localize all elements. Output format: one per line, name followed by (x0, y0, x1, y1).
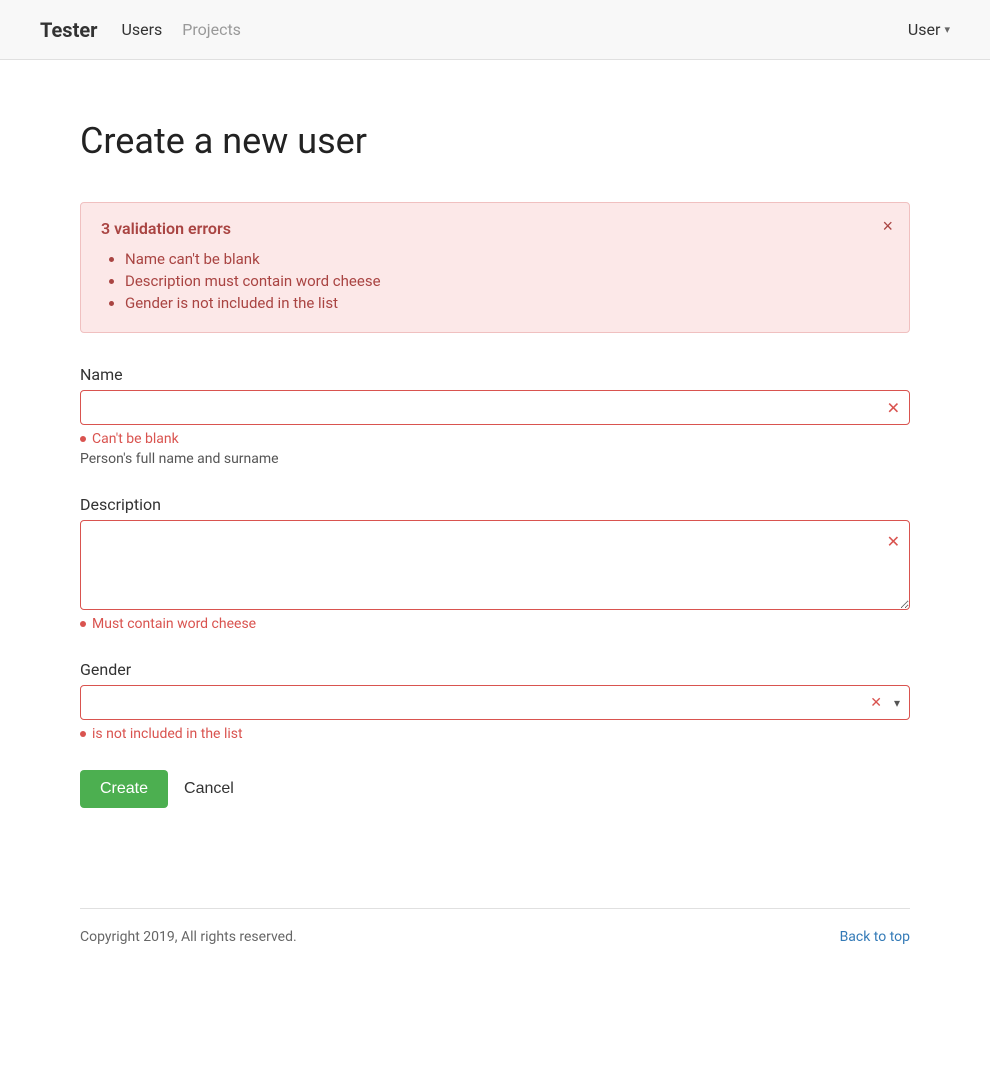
cancel-button[interactable]: Cancel (180, 770, 238, 808)
description-error: Must contain word cheese (80, 616, 910, 632)
page-title: Create a new user (80, 120, 910, 162)
navbar-links: Users Projects (121, 20, 907, 39)
description-input[interactable] (80, 520, 910, 610)
gender-error: is not included in the list (80, 726, 910, 742)
validation-close-button[interactable]: × (882, 217, 893, 235)
navbar: Tester Users Projects User ▾ (0, 0, 990, 60)
description-input-wrapper: ✕ (80, 520, 910, 610)
gender-form-group: Gender Male Female Other ✕ ▾ is not incl… (80, 660, 910, 742)
name-input-wrapper: ✕ (80, 390, 910, 425)
name-hint: Person's full name and surname (80, 451, 910, 467)
create-user-form: Name ✕ Can't be blank Person's full name… (80, 365, 910, 808)
validation-error-item: Name can't be blank (125, 250, 889, 268)
name-input[interactable] (80, 390, 910, 425)
validation-error-box: 3 validation errors × Name can't be blan… (80, 202, 910, 333)
validation-error-item: Gender is not included in the list (125, 294, 889, 312)
name-label: Name (80, 365, 910, 384)
name-error-dot (80, 436, 86, 442)
description-label: Description (80, 495, 910, 514)
description-error-dot (80, 621, 86, 627)
navbar-link-users[interactable]: Users (121, 20, 162, 39)
validation-error-list: Name can't be blank Description must con… (101, 250, 889, 312)
navbar-link-projects[interactable]: Projects (182, 20, 241, 39)
navbar-brand[interactable]: Tester (40, 18, 97, 42)
name-error-text: Can't be blank (92, 431, 179, 447)
footer: Copyright 2019, All rights reserved. Bac… (80, 908, 910, 965)
gender-label: Gender (80, 660, 910, 679)
name-error: Can't be blank (80, 431, 910, 447)
form-button-row: Create Cancel (80, 770, 910, 808)
gender-error-dot (80, 731, 86, 737)
gender-error-text: is not included in the list (92, 726, 243, 742)
description-form-group: Description ✕ Must contain word cheese (80, 495, 910, 632)
navbar-user-menu[interactable]: User ▾ (908, 20, 950, 39)
validation-error-item: Description must contain word cheese (125, 272, 889, 290)
main-content: Create a new user 3 validation errors × … (0, 60, 990, 848)
chevron-down-icon: ▾ (944, 23, 950, 36)
description-error-text: Must contain word cheese (92, 616, 256, 632)
gender-select[interactable]: Male Female Other (80, 685, 910, 720)
back-to-top-link[interactable]: Back to top (840, 929, 910, 945)
create-button[interactable]: Create (80, 770, 168, 808)
footer-copyright: Copyright 2019, All rights reserved. (80, 929, 297, 945)
gender-select-wrapper: Male Female Other ✕ ▾ (80, 685, 910, 720)
navbar-user-label: User (908, 20, 941, 39)
validation-error-title: 3 validation errors (101, 219, 889, 238)
name-form-group: Name ✕ Can't be blank Person's full name… (80, 365, 910, 467)
